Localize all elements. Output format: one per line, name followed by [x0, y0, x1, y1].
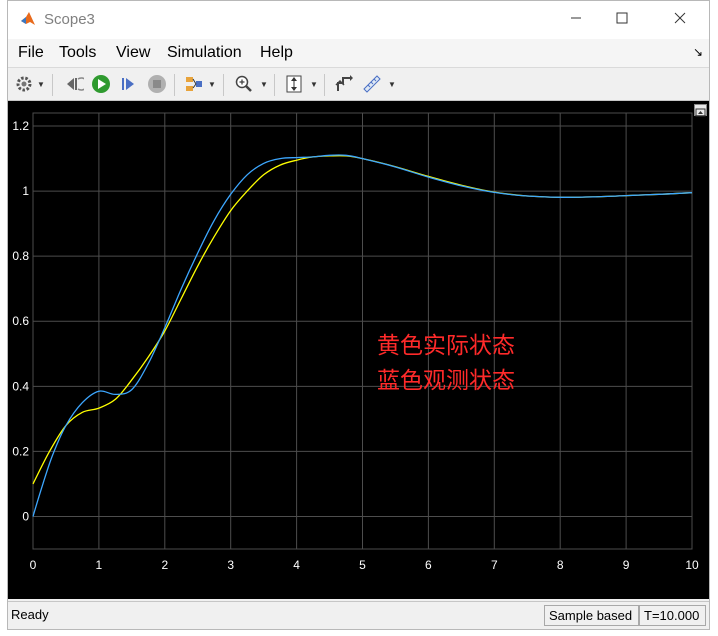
grid [32, 112, 693, 550]
close-button[interactable] [658, 5, 702, 35]
undock-icon [695, 108, 706, 117]
x-tick-label: 5 [359, 558, 366, 572]
step-back-button[interactable] [64, 74, 84, 94]
signal-select-button[interactable] [184, 74, 204, 94]
step-back-icon [67, 77, 84, 91]
measure-button[interactable] [362, 74, 382, 94]
toolbar-separator [174, 74, 175, 96]
measure-dropdown-icon[interactable]: ▼ [388, 80, 396, 89]
x-tick-label: 7 [491, 558, 498, 572]
y-tick-label: 1.2 [12, 119, 29, 133]
x-tick-label: 3 [227, 558, 234, 572]
run-button[interactable] [91, 74, 111, 94]
restore-button[interactable] [334, 74, 354, 94]
y-tick-label: 1 [22, 184, 29, 198]
autoscale-icon [286, 75, 302, 93]
minimize-button[interactable] [554, 5, 598, 35]
menu-view[interactable]: View [116, 44, 150, 62]
toolbar-separator [223, 74, 224, 96]
signal-dropdown-icon[interactable]: ▼ [208, 80, 216, 89]
x-tick-label: 2 [161, 558, 168, 572]
x-tick-label: 9 [623, 558, 630, 572]
autoscale-dropdown-icon[interactable]: ▼ [310, 80, 318, 89]
y-tick-label: 0.2 [12, 444, 29, 458]
step-forward-icon [122, 78, 134, 90]
y-tick-label: 0.4 [12, 379, 29, 393]
menu-help[interactable]: Help [260, 44, 293, 62]
menu-file[interactable]: File [18, 44, 44, 62]
title-bar: Scope3 [8, 1, 709, 39]
toolbar-separator [274, 74, 275, 96]
y-tick-label: 0.6 [12, 314, 29, 328]
matlab-icon [21, 12, 35, 25]
plot-area[interactable]: 0 1 2 3 4 5 6 7 8 9 10 0 0.2 0.4 0.6 0.8 1 1.2 黄色实际状态 蓝色观… [8, 101, 709, 599]
x-tick-label: 8 [557, 558, 564, 572]
menu-overflow-icon[interactable]: ↘ [693, 45, 703, 59]
undock-button[interactable] [694, 104, 707, 117]
status-bar: Ready Sample based T=10.000 [8, 601, 709, 629]
status-text: Ready [11, 607, 49, 622]
y-tick-label: 0.8 [12, 249, 29, 263]
close-icon [674, 12, 686, 24]
tick-labels: 0 1 2 3 4 5 6 7 8 9 10 0 0.2 0.4 0.6 0.8 1 1.2 [12, 119, 699, 572]
annotation-blue: 蓝色观测状态 [377, 368, 515, 394]
maximize-icon [616, 12, 628, 24]
autoscale-button[interactable] [284, 74, 304, 94]
zoom-dropdown-icon[interactable]: ▼ [260, 80, 268, 89]
toolbar-separator [52, 74, 53, 96]
toolbar: ▼ ▼ ▼ ▼ ▼ [8, 67, 709, 101]
x-tick-label: 0 [30, 558, 37, 572]
maximize-button[interactable] [600, 5, 644, 35]
signal-select-icon [186, 77, 202, 91]
x-tick-label: 10 [685, 558, 699, 572]
scope-window: Scope3 File Tools View Simulation Help ↘… [7, 0, 710, 630]
menu-tools[interactable]: Tools [59, 44, 96, 62]
simulation-time: T=10.000 [639, 605, 706, 626]
settings-dropdown-icon[interactable]: ▼ [37, 80, 45, 89]
annotation-yellow: 黄色实际状态 [377, 333, 515, 359]
toolbar-separator [324, 74, 325, 96]
sample-mode: Sample based [544, 605, 639, 626]
settings-button[interactable] [14, 74, 34, 94]
y-tick-label: 0 [22, 509, 29, 523]
scope-chart[interactable]: 0 1 2 3 4 5 6 7 8 9 10 0 0.2 0.4 0.6 0.8 1 1.2 黄色实际状态 蓝色观… [8, 101, 709, 599]
zoom-icon [235, 75, 252, 92]
restore-icon [335, 75, 353, 91]
measure-icon [363, 75, 381, 93]
x-tick-label: 1 [96, 558, 103, 572]
stop-icon [148, 75, 166, 93]
menu-simulation[interactable]: Simulation [167, 44, 242, 62]
step-forward-button[interactable] [119, 74, 139, 94]
run-icon [92, 75, 110, 93]
x-tick-label: 6 [425, 558, 432, 572]
window-title: Scope3 [44, 11, 95, 28]
minimize-icon [571, 17, 581, 19]
gear-icon [16, 76, 32, 92]
stop-button[interactable] [147, 74, 167, 94]
zoom-button[interactable] [234, 74, 254, 94]
menu-bar: File Tools View Simulation Help ↘ [8, 39, 709, 67]
x-tick-label: 4 [293, 558, 300, 572]
